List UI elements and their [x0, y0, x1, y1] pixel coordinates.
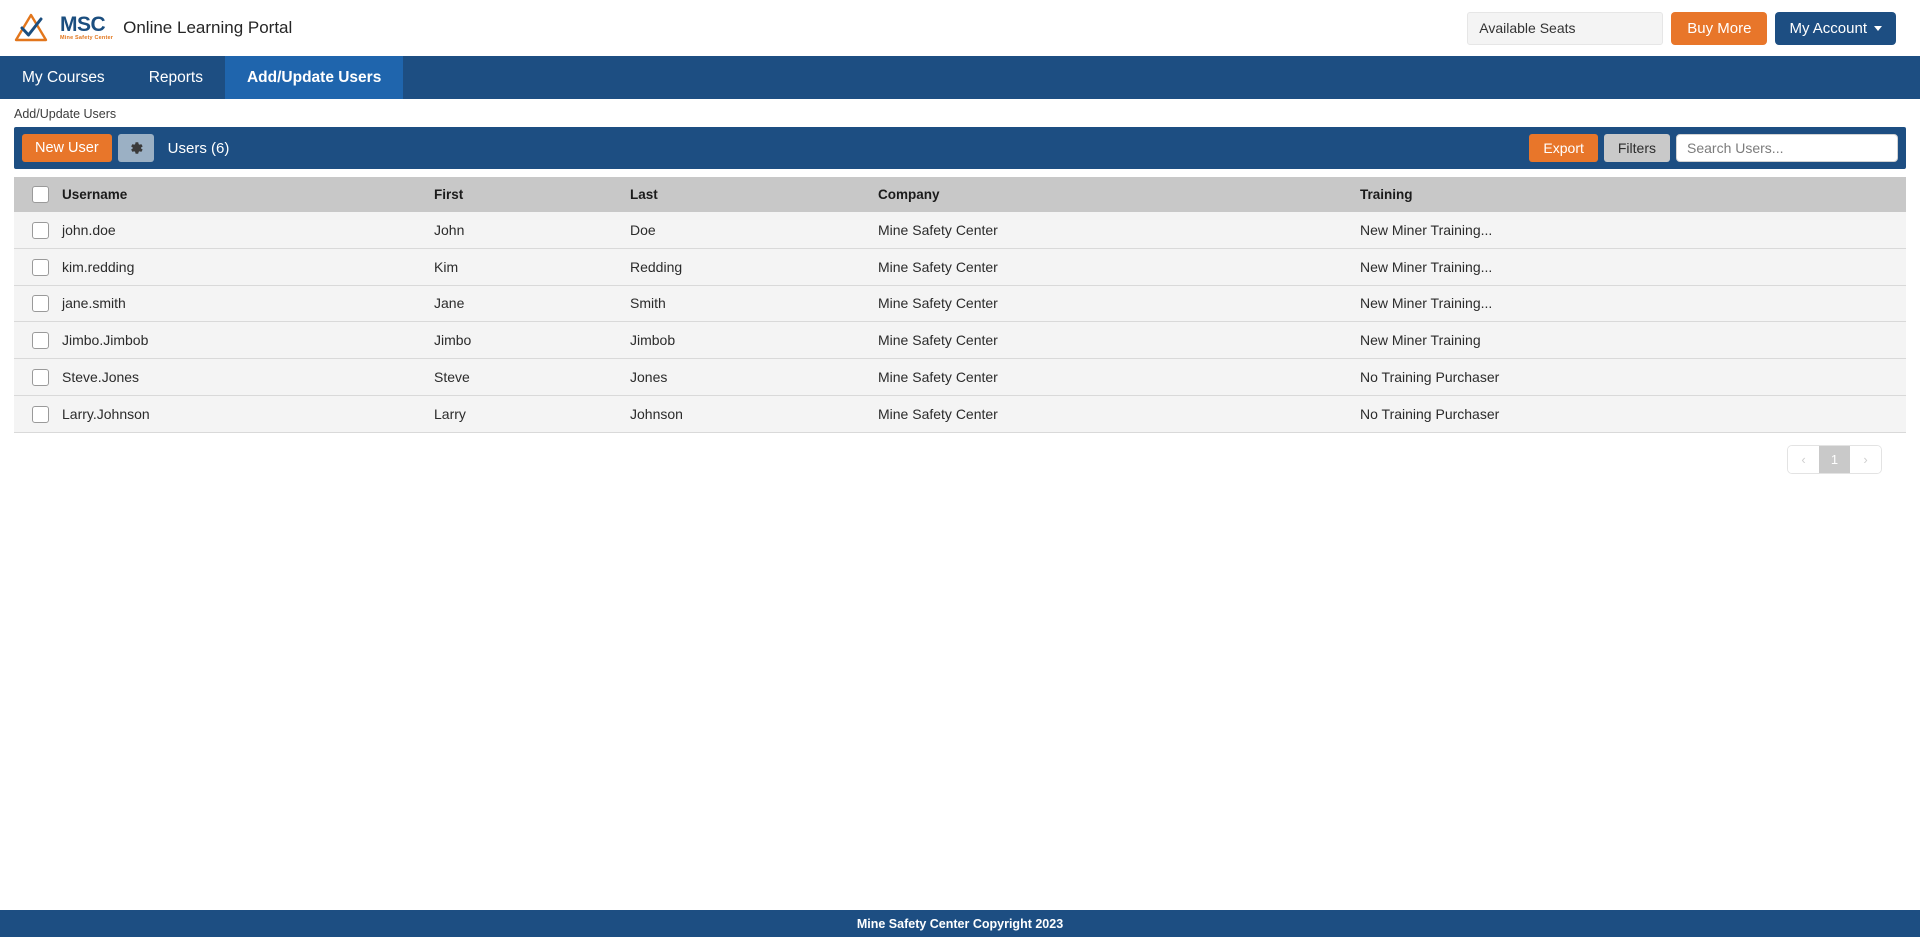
msc-triangle-check-icon	[14, 13, 48, 42]
row-select-cell	[14, 358, 62, 396]
row-checkbox[interactable]	[32, 332, 49, 350]
cell-last: Doe	[630, 212, 878, 249]
main-navigation: My Courses Reports Add/Update Users	[0, 56, 1920, 99]
page-title: Online Learning Portal	[123, 18, 293, 37]
row-checkbox[interactable]	[32, 405, 49, 423]
cell-username: Larry.Johnson	[62, 395, 434, 433]
cell-training: New Miner Training...	[1360, 248, 1906, 286]
cell-training: New Miner Training...	[1360, 285, 1906, 323]
cell-last: Smith	[630, 285, 878, 323]
app-footer: Mine Safety Center Copyright 2023	[0, 910, 1920, 937]
available-seats-field[interactable]: Available Seats	[1467, 11, 1664, 45]
row-checkbox[interactable]	[32, 258, 49, 276]
cell-username: Jimbo.Jimbob	[62, 321, 434, 360]
row-select-cell	[14, 395, 62, 433]
users-toolbar: New User Users (6) Export Filters	[14, 127, 1906, 169]
cell-last: Johnson	[630, 395, 878, 433]
toolbar-container: New User Users (6) Export Filters	[0, 127, 1920, 169]
nav-item-reports[interactable]: Reports	[127, 56, 225, 99]
column-header-username[interactable]: Username	[62, 177, 434, 212]
row-select-cell	[14, 212, 62, 249]
row-checkbox[interactable]	[32, 368, 49, 386]
gear-icon	[130, 142, 143, 154]
row-select-cell	[14, 248, 62, 286]
nav-label: Add/Update Users	[246, 68, 382, 86]
row-checkbox[interactable]	[32, 295, 49, 313]
table-row[interactable]: Jimbo.Jimbob Jimbo Jimbob Mine Safety Ce…	[14, 321, 1906, 360]
column-header-company[interactable]: Company	[878, 177, 1360, 212]
pagination-row: ‹ 1 ›	[14, 433, 1906, 474]
filters-button[interactable]: Filters	[1603, 134, 1670, 162]
nav-label: My Courses	[22, 68, 105, 86]
table-header: Username First Last Company Training	[14, 177, 1906, 212]
nav-label: Reports	[148, 68, 203, 86]
cell-last: Redding	[630, 248, 878, 286]
cell-first: Steve	[434, 358, 630, 396]
cell-training: New Miner Training	[1360, 321, 1906, 360]
my-account-button[interactable]: My Account	[1775, 11, 1896, 45]
table-row[interactable]: Larry.Johnson Larry Johnson Mine Safety …	[14, 395, 1906, 433]
header-actions: Available Seats Buy More My Account	[1467, 11, 1896, 45]
table-body: john.doe John Doe Mine Safety Center New…	[14, 212, 1906, 433]
cell-company: Mine Safety Center	[878, 248, 1360, 286]
cell-training: No Training Purchaser	[1360, 358, 1906, 396]
cell-last: Jones	[630, 358, 878, 396]
cell-last: Jimbob	[630, 321, 878, 360]
logo-wordmark: MSC Mine Safety Center	[60, 14, 113, 42]
app-page: MSC Mine Safety Center Online Learning P…	[0, 0, 1920, 937]
cell-training: No Training Purchaser	[1360, 395, 1906, 433]
cell-company: Mine Safety Center	[878, 212, 1360, 249]
table-row[interactable]: john.doe John Doe Mine Safety Center New…	[14, 212, 1906, 249]
column-header-first[interactable]: First	[434, 177, 630, 212]
brand-logo[interactable]: MSC Mine Safety Center	[14, 13, 113, 43]
table-row[interactable]: kim.redding Kim Redding Mine Safety Cent…	[14, 248, 1906, 286]
buy-more-button[interactable]: Buy More	[1671, 11, 1768, 45]
cell-username: john.doe	[62, 212, 434, 249]
chevron-down-icon	[1874, 25, 1882, 31]
table-row[interactable]: Steve.Jones Steve Jones Mine Safety Cent…	[14, 358, 1906, 396]
available-seats-label: Available Seats	[1479, 20, 1576, 36]
cell-company: Mine Safety Center	[878, 321, 1360, 360]
column-header-training[interactable]: Training	[1360, 177, 1906, 212]
users-table: Username First Last Company Training joh…	[14, 177, 1906, 433]
users-table-container: Username First Last Company Training joh…	[0, 169, 1920, 474]
nav-item-my-courses[interactable]: My Courses	[0, 56, 127, 99]
cell-first: Jimbo	[434, 321, 630, 360]
cell-company: Mine Safety Center	[878, 285, 1360, 323]
cell-username: kim.redding	[62, 248, 434, 286]
select-all-header	[14, 177, 62, 212]
new-user-button[interactable]: New User	[22, 134, 112, 162]
pagination-prev-button[interactable]: ‹	[1788, 445, 1819, 473]
cell-first: John	[434, 212, 630, 249]
cell-first: Jane	[434, 285, 630, 323]
logo-subtext: Mine Safety Center	[60, 35, 114, 42]
row-select-cell	[14, 285, 62, 323]
app-header: MSC Mine Safety Center Online Learning P…	[0, 0, 1920, 56]
users-count-label: Users (6)	[167, 139, 230, 157]
column-header-last[interactable]: Last	[630, 177, 878, 212]
export-button[interactable]: Export	[1529, 134, 1598, 162]
table-row[interactable]: jane.smith Jane Smith Mine Safety Center…	[14, 285, 1906, 323]
row-checkbox[interactable]	[32, 221, 49, 239]
logo-text: MSC	[60, 13, 106, 37]
pagination-page-1[interactable]: 1	[1819, 445, 1850, 473]
cell-username: Steve.Jones	[62, 358, 434, 396]
toolbar-right-actions: Export Filters	[1529, 134, 1898, 162]
pagination: ‹ 1 ›	[1787, 444, 1882, 474]
row-select-cell	[14, 321, 62, 360]
settings-button[interactable]	[117, 134, 154, 162]
cell-first: Kim	[434, 248, 630, 286]
breadcrumb: Add/Update Users	[14, 107, 117, 121]
search-input[interactable]	[1676, 134, 1898, 162]
cell-first: Larry	[434, 395, 630, 433]
cell-company: Mine Safety Center	[878, 395, 1360, 433]
cell-company: Mine Safety Center	[878, 358, 1360, 396]
table-header-row: Username First Last Company Training	[14, 177, 1906, 212]
cell-training: New Miner Training...	[1360, 212, 1906, 249]
cell-username: jane.smith	[62, 285, 434, 323]
select-all-checkbox[interactable]	[32, 186, 49, 203]
my-account-label: My Account	[1789, 19, 1867, 37]
pagination-next-button[interactable]: ›	[1850, 445, 1881, 473]
nav-item-add-update-users[interactable]: Add/Update Users	[224, 56, 404, 99]
